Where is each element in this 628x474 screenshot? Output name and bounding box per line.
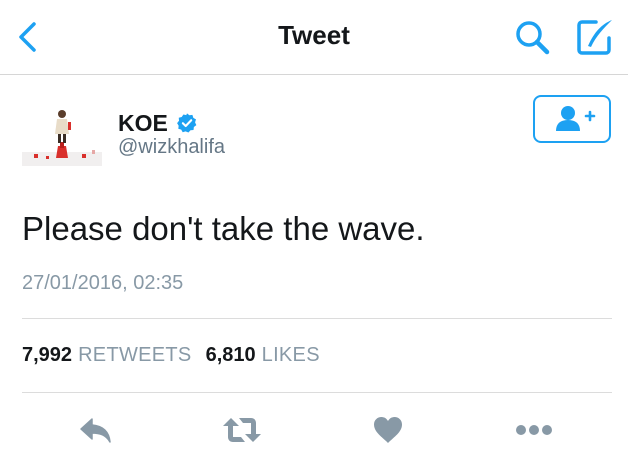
tweet-timestamp: 27/01/2016, 02:35 — [22, 272, 184, 294]
author-handle[interactable]: @wizkhalifa — [118, 136, 225, 159]
author-name-row[interactable]: KOE — [118, 108, 198, 138]
chevron-left-icon — [19, 22, 36, 52]
back-button[interactable] — [14, 18, 44, 56]
retweets-count: 7,992 — [22, 344, 73, 366]
retweets-label: RETWEETS — [78, 344, 192, 366]
more-button[interactable] — [512, 410, 556, 450]
author-display-name: KOE — [118, 109, 168, 136]
add-user-icon — [556, 106, 596, 131]
likes-stat[interactable]: 6,810 LIKES — [206, 344, 334, 366]
nav-bar: Tweet — [0, 0, 628, 75]
divider — [22, 318, 612, 319]
compose-button[interactable] — [574, 16, 616, 58]
more-icon — [516, 425, 552, 435]
reply-icon — [80, 418, 111, 443]
reply-button[interactable] — [74, 410, 118, 450]
search-icon — [516, 21, 550, 55]
divider — [22, 392, 612, 393]
compose-icon — [577, 20, 612, 55]
like-icon — [374, 417, 402, 443]
retweet-icon — [223, 418, 261, 442]
search-button[interactable] — [512, 18, 554, 58]
retweets-stat[interactable]: 7,992 RETWEETS — [22, 344, 206, 366]
likes-label: LIKES — [261, 344, 320, 366]
tweet-text: Please don't take the wave. — [22, 210, 425, 247]
avatar-image — [22, 98, 102, 166]
follow-button[interactable] — [533, 95, 611, 143]
tweet-stats: 7,992 RETWEETS 6,810 LIKES — [22, 344, 334, 367]
retweet-button[interactable] — [220, 410, 264, 450]
verified-badge-icon — [176, 113, 197, 133]
like-button[interactable] — [366, 410, 410, 450]
likes-count: 6,810 — [205, 344, 256, 366]
avatar[interactable] — [22, 98, 102, 166]
